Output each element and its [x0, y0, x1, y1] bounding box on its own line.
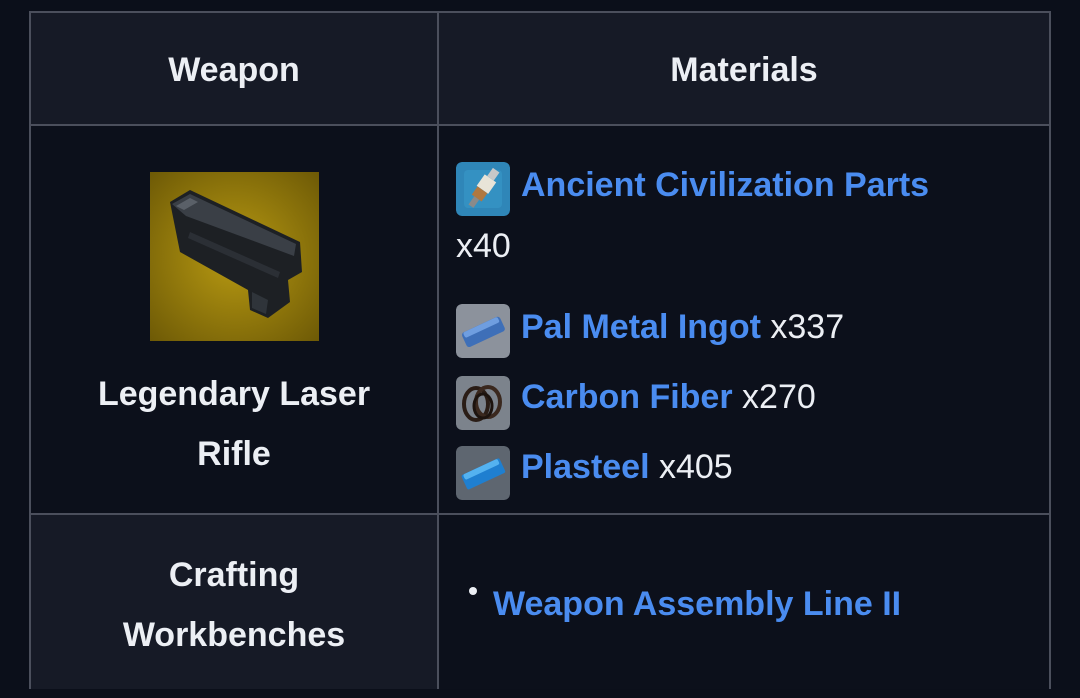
weapon-header-cell: Weapon	[31, 13, 439, 124]
spark-plug-icon[interactable]	[456, 162, 510, 216]
material-link[interactable]: Carbon Fiber	[521, 378, 733, 416]
material-link[interactable]: Pal Metal Ingot	[521, 308, 761, 346]
material-item: Pal Metal Ingot x337	[521, 308, 844, 347]
material-quantity: x405	[658, 448, 733, 486]
materials-column-header: Materials	[670, 51, 818, 89]
material-link[interactable]: Ancient Civilization Parts	[521, 166, 929, 204]
table-row: Legendary Laser Rifle Ancient Civilizati…	[31, 126, 1049, 515]
weapon-name: Legendary Laser Rifle	[31, 364, 437, 484]
crafting-label: Crafting Workbenches	[31, 545, 437, 665]
crafting-label-line1: Crafting	[168, 556, 300, 594]
materials-cell: Ancient Civilization Parts x40 Pal Metal…	[439, 126, 1049, 513]
workbench-item: Weapon Assembly Line II	[493, 585, 901, 624]
table-header-row: Weapon Materials	[31, 13, 1049, 126]
material-item: Ancient Civilization Parts	[521, 166, 929, 205]
workbench-cell: Weapon Assembly Line II	[439, 515, 1049, 689]
crafting-table: Weapon Materials Legendary Laser Rifle A…	[29, 11, 1051, 689]
material-item: Carbon Fiber x270	[521, 378, 816, 417]
laser-rifle-icon[interactable]	[150, 172, 319, 341]
material-item: Plasteel x405	[521, 448, 733, 487]
material-link[interactable]: Plasteel	[521, 448, 650, 486]
crafting-row: Crafting Workbenches Weapon Assembly Lin…	[31, 515, 1049, 689]
metal-ingot-icon[interactable]	[456, 304, 510, 358]
material-quantity: x337	[770, 308, 845, 346]
weapon-column-header: Weapon	[168, 51, 300, 89]
plasteel-icon[interactable]	[456, 446, 510, 500]
materials-header-cell: Materials	[439, 13, 1049, 124]
weapon-name-line2: Rifle	[197, 435, 271, 473]
material-quantity: x270	[742, 378, 816, 416]
crafting-label-line2: Workbenches	[122, 616, 346, 654]
carbon-fiber-icon[interactable]	[456, 376, 510, 430]
weapon-name-line1: Legendary Laser	[97, 375, 371, 413]
weapon-cell: Legendary Laser Rifle	[31, 126, 439, 513]
material-quantity: x40	[456, 227, 511, 265]
workbench-link[interactable]: Weapon Assembly Line II	[493, 585, 901, 623]
list-bullet	[469, 587, 477, 595]
crafting-label-cell: Crafting Workbenches	[31, 515, 439, 689]
